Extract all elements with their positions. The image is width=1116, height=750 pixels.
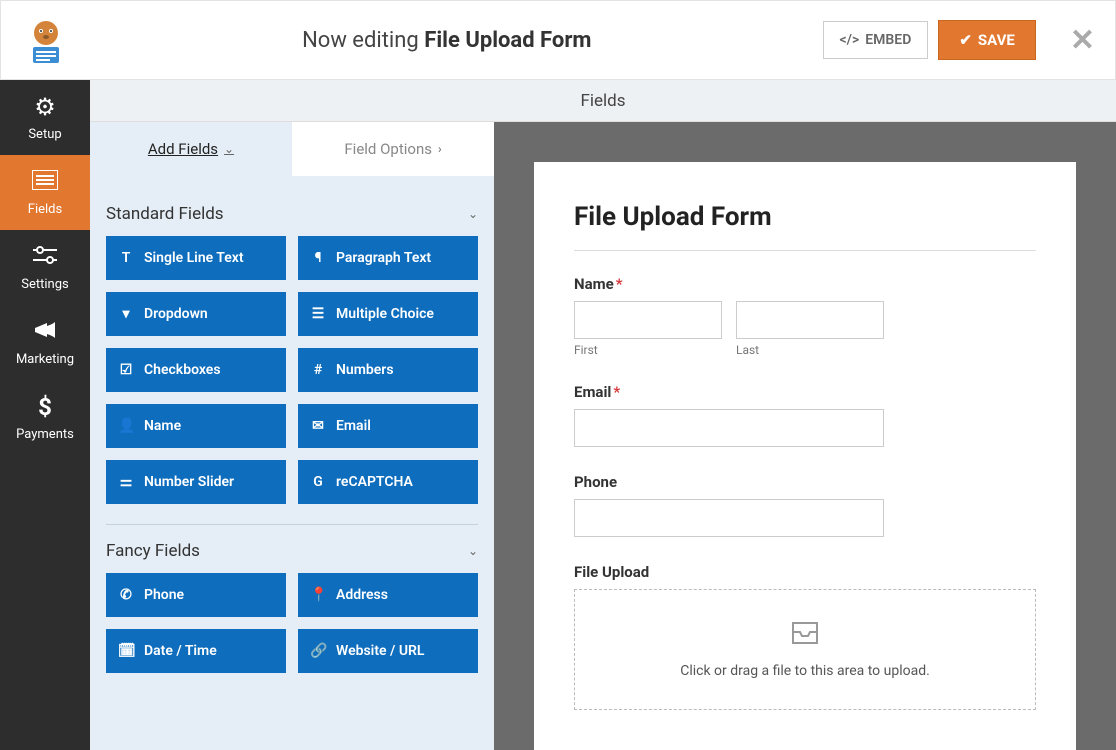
field-multiple-choice[interactable]: ☰Multiple Choice <box>298 292 478 336</box>
fields-panel: Add Fields ⌄ Field Options › Standard Fi… <box>90 122 494 750</box>
gear-icon: ⚙ <box>34 93 56 121</box>
form-preview: File Upload Form Name* First Last <box>494 122 1116 750</box>
phone-icon: ✆ <box>118 587 134 603</box>
first-name-input[interactable] <box>574 301 722 339</box>
field-email[interactable]: ✉Email <box>298 404 478 448</box>
inbox-icon <box>605 620 1005 653</box>
chevron-down-icon: ⌄ <box>468 544 478 558</box>
tab-field-options[interactable]: Field Options › <box>292 122 494 176</box>
last-name-input[interactable] <box>736 301 884 339</box>
upload-hint: Click or drag a file to this area to upl… <box>605 663 1005 679</box>
check-icon: ✔ <box>959 31 972 49</box>
form-field-file-upload[interactable]: File Upload Click or drag a file to this… <box>574 563 1036 710</box>
field-checkboxes[interactable]: ☑Checkboxes <box>106 348 286 392</box>
group-standard-fields[interactable]: Standard Fields ⌄ <box>106 188 478 236</box>
sliders-icon <box>33 243 57 271</box>
panel-title: Fields <box>90 80 1116 122</box>
field-paragraph-text[interactable]: ¶Paragraph Text <box>298 236 478 280</box>
bullhorn-icon <box>33 318 57 346</box>
editing-title: Now editing File Upload Form <box>71 28 823 53</box>
form-title: File Upload Form <box>574 202 1036 251</box>
nav-settings[interactable]: Settings <box>0 230 90 305</box>
phone-input[interactable] <box>574 499 884 537</box>
dollar-icon: $ <box>38 393 52 421</box>
user-icon: 👤 <box>118 418 134 434</box>
sliders-icon: ⚌ <box>118 474 134 490</box>
nav-setup[interactable]: ⚙ Setup <box>0 80 90 155</box>
field-address[interactable]: 📍Address <box>298 573 478 617</box>
chevron-right-icon: › <box>438 142 442 156</box>
group-fancy-fields[interactable]: Fancy Fields ⌄ <box>106 524 478 573</box>
last-sublabel: Last <box>736 343 884 357</box>
upload-dropzone[interactable]: Click or drag a file to this area to upl… <box>574 589 1036 710</box>
field-recaptcha[interactable]: GreCAPTCHA <box>298 460 478 504</box>
calendar-icon: 🗓 <box>118 643 134 659</box>
field-website-url[interactable]: 🔗Website / URL <box>298 629 478 673</box>
form-field-phone[interactable]: Phone <box>574 473 1036 537</box>
nav-fields[interactable]: Fields <box>0 155 90 230</box>
first-sublabel: First <box>574 343 722 357</box>
check-square-icon: ☑ <box>118 362 134 378</box>
email-input[interactable] <box>574 409 884 447</box>
hash-icon: # <box>310 362 326 378</box>
file-upload-label: File Upload <box>574 563 1036 581</box>
form-field-email[interactable]: Email* <box>574 383 1036 447</box>
save-button[interactable]: ✔ SAVE <box>938 20 1036 60</box>
embed-button[interactable]: </> EMBED <box>823 21 929 59</box>
list-icon <box>32 168 58 196</box>
phone-label: Phone <box>574 473 1036 491</box>
list-icon: ☰ <box>310 306 326 322</box>
name-label: Name* <box>574 275 1036 293</box>
field-number-slider[interactable]: ⚌Number Slider <box>106 460 286 504</box>
pin-icon: 📍 <box>310 587 326 603</box>
field-date-time[interactable]: 🗓Date / Time <box>106 629 286 673</box>
text-icon: T <box>118 250 134 266</box>
app-logo <box>21 15 71 65</box>
field-name[interactable]: 👤Name <box>106 404 286 448</box>
field-phone[interactable]: ✆Phone <box>106 573 286 617</box>
chevron-down-icon: ⌄ <box>468 207 478 221</box>
field-single-line-text[interactable]: TSingle Line Text <box>106 236 286 280</box>
top-bar: Now editing File Upload Form </> EMBED ✔… <box>0 0 1116 80</box>
nav-payments[interactable]: $ Payments <box>0 380 90 455</box>
field-dropdown[interactable]: ▾Dropdown <box>106 292 286 336</box>
close-icon[interactable]: ✕ <box>1070 23 1095 58</box>
nav-marketing[interactable]: Marketing <box>0 305 90 380</box>
field-numbers[interactable]: #Numbers <box>298 348 478 392</box>
form-field-name[interactable]: Name* First Last <box>574 275 1036 357</box>
envelope-icon: ✉ <box>310 418 326 434</box>
code-icon: </> <box>840 32 860 48</box>
caret-down-icon: ▾ <box>118 306 134 322</box>
paragraph-icon: ¶ <box>310 250 326 266</box>
link-icon: 🔗 <box>310 643 326 659</box>
tab-add-fields[interactable]: Add Fields ⌄ <box>90 122 292 176</box>
chevron-down-icon: ⌄ <box>224 142 234 156</box>
google-icon: G <box>310 474 326 490</box>
email-label: Email* <box>574 383 1036 401</box>
side-nav: ⚙ Setup Fields Settings Marketing $ Paym… <box>0 80 90 750</box>
form-card: File Upload Form Name* First Last <box>534 162 1076 750</box>
